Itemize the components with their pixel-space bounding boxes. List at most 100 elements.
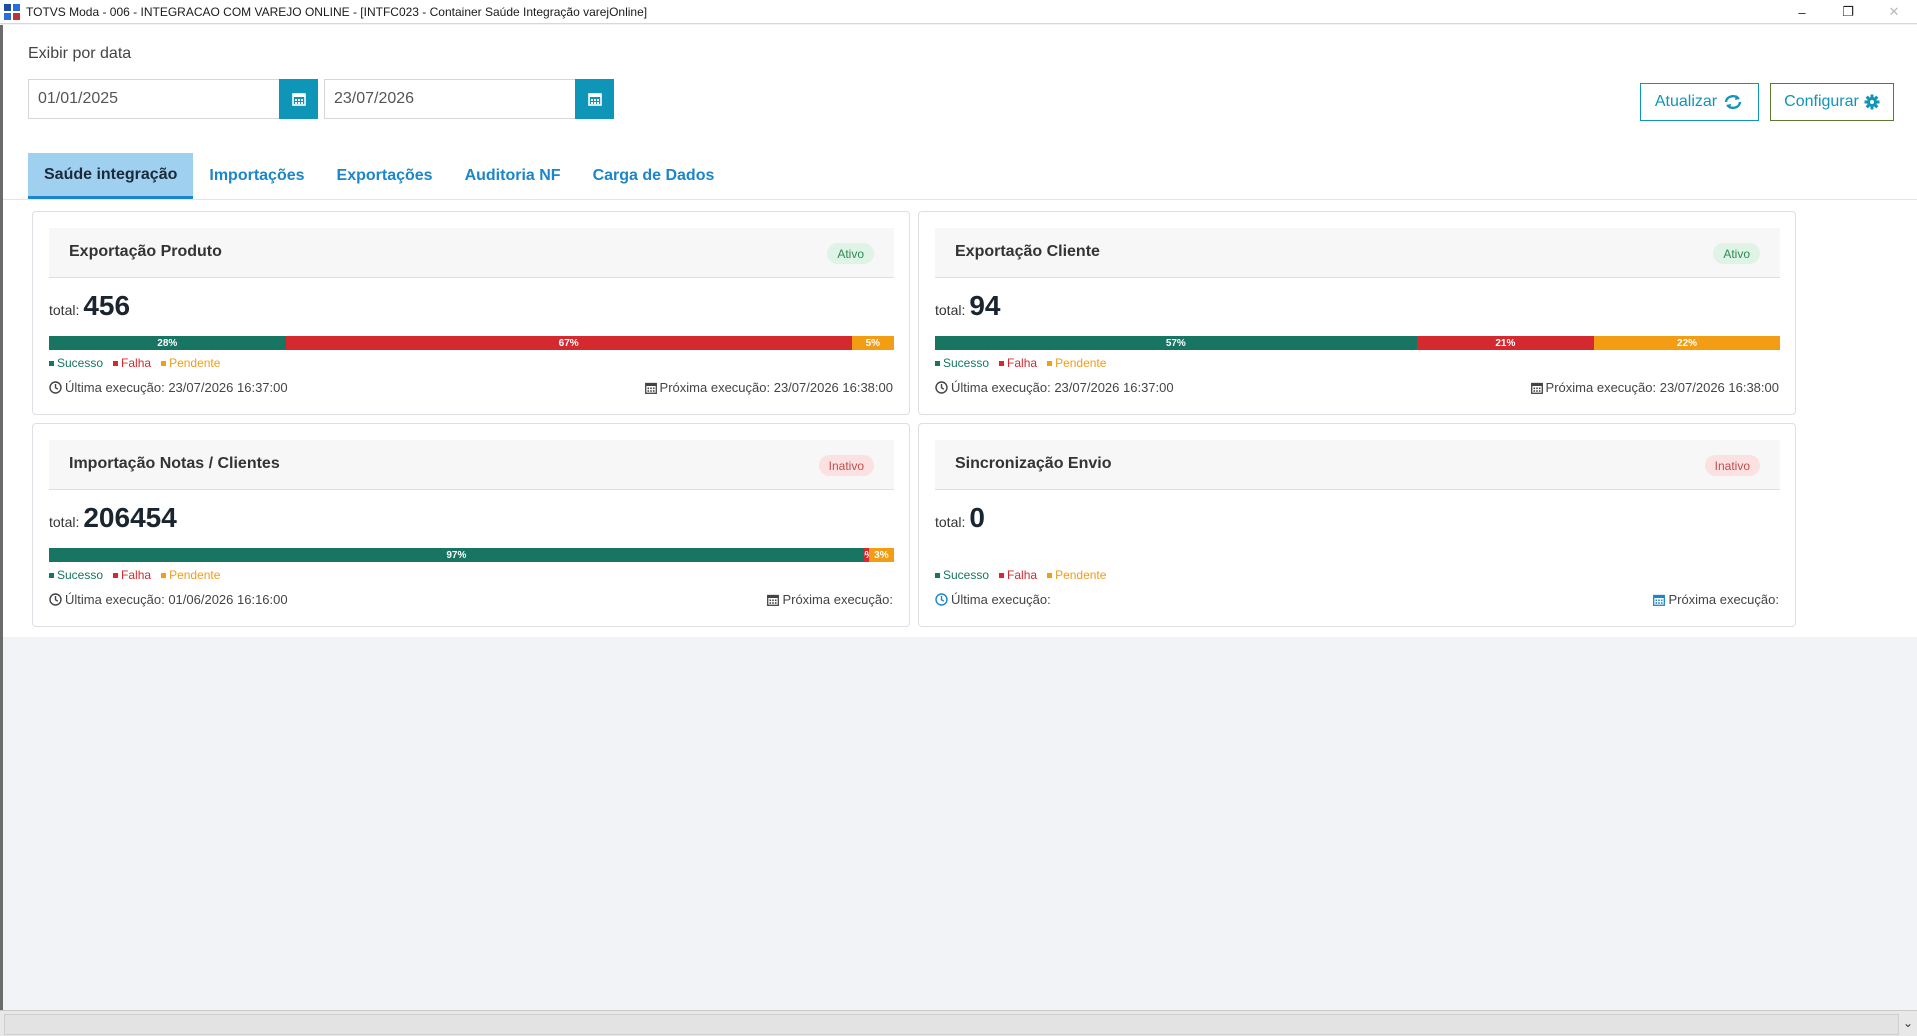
progress-bar: 57% 21% 22%: [935, 336, 1780, 350]
calendar-icon: [644, 382, 657, 394]
restore-icon: ❐: [1842, 4, 1854, 19]
last-run: Última execução:: [935, 592, 1051, 607]
clock-icon: [49, 593, 62, 606]
next-run-text: Próxima execução: 23/07/2026 16:38:00: [1545, 380, 1779, 395]
next-run-text: Próxima execução: 23/07/2026 16:38:00: [659, 380, 893, 395]
tab-exportacoes[interactable]: Exportações: [321, 153, 449, 199]
next-run: Próxima execução: 23/07/2026 16:38:00: [644, 380, 893, 395]
refresh-icon: [1724, 95, 1742, 109]
main-panel: Exibir por data Atualizar Configurar Saú…: [3, 25, 1917, 637]
pendente-swatch: [161, 572, 167, 578]
card-header: Sincronização Envio Inativo: [935, 440, 1780, 490]
total-value: 94: [969, 290, 1001, 321]
card-title: Sincronização Envio: [955, 455, 1112, 472]
status-badge: Ativo: [1713, 243, 1760, 264]
bar-segment-sucesso: 57%: [935, 336, 1417, 350]
clock-icon: [935, 593, 948, 606]
last-run-text: Última execução: 23/07/2026 16:37:00: [951, 380, 1174, 395]
bar-segment-falha: 67%: [285, 336, 852, 350]
last-run: Última execução: 23/07/2026 16:37:00: [935, 380, 1174, 395]
close-button[interactable]: ✕: [1871, 0, 1917, 24]
status-badge: Ativo: [827, 243, 874, 264]
sucesso-swatch: [935, 572, 940, 578]
card-header: Exportação Produto Ativo: [49, 228, 894, 278]
integration-card: Exportação Produto Ativo total: 456 28% 6…: [32, 211, 910, 415]
legend: Sucesso Falha Pendente: [935, 568, 1106, 582]
total-count: total: 0: [935, 502, 985, 534]
legend-pendente: Pendente: [1047, 356, 1106, 370]
next-run: Próxima execução:: [767, 592, 893, 607]
window-title: TOTVS Moda - 006 - INTEGRACAO COM VAREJO…: [26, 4, 648, 19]
clock-icon: [49, 381, 62, 394]
sucesso-swatch: [935, 360, 940, 366]
pendente-swatch: [1047, 572, 1053, 578]
end-date-input[interactable]: [324, 79, 575, 119]
legend: Sucesso Falha Pendente: [49, 356, 220, 370]
status-badge: Inativo: [818, 455, 874, 476]
integration-card: Sincronização Envio Inativo total: 0 Suc…: [918, 423, 1796, 627]
gear-icon: [1864, 94, 1880, 110]
legend: Sucesso Falha Pendente: [49, 568, 220, 582]
tab-saude-integracao[interactable]: Saúde integração: [28, 153, 194, 199]
refresh-button[interactable]: Atualizar: [1640, 83, 1759, 121]
bar-segment-pendente: 3%: [868, 548, 894, 562]
close-icon: ✕: [1888, 4, 1900, 19]
bar-segment-falha: 21%: [1416, 336, 1595, 350]
next-run: Próxima execução:: [1653, 592, 1779, 607]
bar-segment-sucesso: 97%: [49, 548, 864, 562]
tab-auditoria-nf[interactable]: Auditoria NF: [449, 153, 577, 199]
bar-segment-pendente: 22%: [1594, 336, 1780, 350]
configure-button[interactable]: Configurar: [1770, 83, 1894, 121]
sucesso-swatch: [49, 360, 54, 366]
pendente-swatch: [1047, 360, 1053, 366]
integration-card: Importação Notas / Clientes Inativo tota…: [32, 423, 910, 627]
restore-button[interactable]: ❐: [1825, 0, 1871, 24]
tab-carga-de-dados[interactable]: Carga de Dados: [577, 153, 731, 199]
tab-bar: Saúde integração Importações Exportações…: [28, 153, 730, 199]
total-value: 0: [969, 502, 985, 533]
sucesso-swatch: [49, 572, 54, 578]
refresh-label: Atualizar: [1654, 93, 1718, 110]
total-value: 456: [83, 290, 131, 321]
bar-segment-sucesso: 28%: [49, 336, 286, 350]
start-date-input[interactable]: [28, 79, 279, 119]
legend-falha: Falha: [999, 568, 1037, 582]
falha-swatch: [999, 572, 1005, 578]
legend-pendente: Pendente: [161, 356, 220, 370]
calendar-icon: [1530, 382, 1543, 394]
legend-sucesso: Sucesso: [49, 568, 103, 582]
minimize-icon: –: [1798, 4, 1806, 20]
progress-bar: 28% 67% 5%: [49, 336, 894, 350]
total-count: total: 206454: [49, 502, 177, 534]
calendar-icon: [767, 594, 780, 606]
next-run-text: Próxima execução:: [1668, 592, 1779, 607]
total-label: total:: [49, 514, 80, 530]
legend-falha: Falha: [113, 568, 151, 582]
legend: Sucesso Falha Pendente: [935, 356, 1106, 370]
pendente-swatch: [161, 360, 167, 366]
title-bar: TOTVS Moda - 006 - INTEGRACAO COM VAREJO…: [0, 0, 1917, 24]
last-run-text: Última execução:: [951, 592, 1051, 607]
total-label: total:: [935, 302, 966, 318]
minimize-button[interactable]: –: [1779, 0, 1825, 24]
calendar-icon: [291, 93, 306, 106]
clock-icon: [935, 381, 948, 394]
integration-card: Exportação Cliente Ativo total: 94 57% 21…: [918, 211, 1796, 415]
total-label: total:: [49, 302, 80, 318]
start-date-calendar-button[interactable]: [279, 79, 318, 119]
card-title: Exportação Produto: [69, 243, 222, 260]
status-field: [4, 1014, 1899, 1035]
configure-label: Configurar: [1784, 93, 1859, 110]
card-title: Exportação Cliente: [955, 243, 1100, 260]
progress-bar: 97%0%3%: [49, 548, 894, 562]
end-date-calendar-button[interactable]: [575, 79, 614, 119]
start-date-group: [28, 79, 318, 119]
next-run-text: Próxima execução:: [782, 592, 893, 607]
falha-swatch: [999, 360, 1005, 366]
legend-sucesso: Sucesso: [49, 356, 103, 370]
status-bar: ⌄: [0, 1010, 1917, 1036]
falha-swatch: [113, 360, 119, 366]
chevron-down-icon[interactable]: ⌄: [1903, 1016, 1913, 1030]
tab-importacoes[interactable]: Importações: [193, 153, 320, 199]
legend-sucesso: Sucesso: [935, 356, 989, 370]
